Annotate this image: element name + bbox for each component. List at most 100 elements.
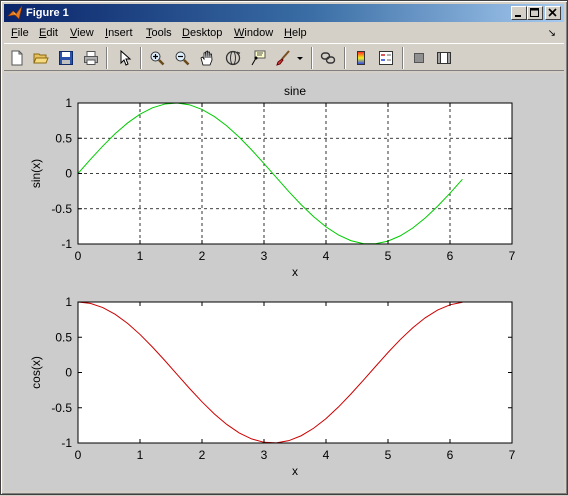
insert-colorbar-button[interactable]	[350, 47, 372, 69]
y-axis-label: sin(x)	[29, 159, 43, 188]
x-axis-label: x	[292, 265, 298, 279]
matlab-logo-icon	[7, 5, 23, 20]
title-bar[interactable]: Figure 1	[4, 4, 564, 22]
print-button[interactable]	[80, 47, 102, 69]
menu-window[interactable]: Window	[234, 27, 273, 39]
menu-window-label: indow	[244, 27, 274, 39]
x-tick-label: 5	[385, 448, 392, 462]
x-tick-label: 4	[323, 249, 330, 263]
zoom-out-button[interactable]	[171, 47, 193, 69]
close-button[interactable]	[545, 6, 561, 20]
axes-title: sine	[284, 84, 306, 98]
new-file-icon	[11, 50, 23, 66]
toolbar-separator	[311, 47, 313, 69]
rotate-3d-button[interactable]	[222, 47, 244, 69]
menu-help-label: elp	[291, 27, 307, 39]
x-tick-label: 6	[447, 448, 454, 462]
y-tick-label: 0.5	[55, 330, 72, 344]
link-plot-button[interactable]	[317, 47, 339, 69]
close-icon	[548, 8, 557, 17]
menu-view[interactable]: View	[70, 27, 94, 39]
x-tick-label: 6	[447, 249, 454, 263]
legend-icon	[379, 51, 393, 65]
menu-file[interactable]: File	[11, 27, 29, 39]
menu-edit[interactable]: Edit	[39, 27, 58, 39]
toolbar-separator	[106, 47, 108, 69]
brush-dropdown[interactable]	[294, 47, 306, 69]
x-tick-label: 2	[199, 249, 206, 263]
menu-desktop-key: D	[182, 27, 190, 39]
menu-view-label: iew	[77, 27, 94, 39]
zoom-in-icon	[150, 51, 165, 66]
y-tick-label: 1	[65, 295, 72, 309]
menu-dock-arrow[interactable]: ↘	[548, 28, 556, 39]
x-tick-label: 7	[509, 448, 516, 462]
menu-insert-label: nsert	[108, 27, 133, 39]
colorbar-icon	[357, 51, 365, 65]
rotate-3d-icon	[225, 50, 241, 66]
zoom-out-icon	[175, 51, 190, 66]
brush-icon	[276, 50, 290, 66]
window-title: Figure 1	[26, 7, 69, 19]
save-button[interactable]	[55, 47, 77, 69]
menu-help-key: H	[284, 27, 292, 39]
figure-canvas: 0 1 2 3 4 5 6 7 -1 -0.5 0 0.5 1 sine x sin(x) 0 1 2 3 4 5 6 7 -1…	[4, 73, 564, 491]
x-tick-label: 5	[385, 249, 392, 263]
x-tick-label: 4	[323, 448, 330, 462]
x-tick-label: 2	[199, 448, 206, 462]
open-file-button[interactable]	[30, 47, 52, 69]
axes-background	[78, 302, 512, 443]
save-icon	[59, 51, 73, 65]
menu-help[interactable]: Help	[284, 27, 307, 39]
pan-button[interactable]	[196, 47, 218, 69]
maximize-button[interactable]	[527, 6, 543, 20]
menu-bar: File Edit View Insert Tools Desktop Wind…	[4, 24, 564, 42]
y-tick-label: -1	[61, 237, 72, 251]
show-plot-tools-icon	[437, 52, 451, 64]
insert-legend-button[interactable]	[375, 47, 397, 69]
menu-tools[interactable]: Tools	[146, 27, 172, 39]
edit-plot-button[interactable]	[114, 47, 136, 69]
new-figure-button[interactable]	[6, 47, 28, 69]
pan-hand-icon	[200, 50, 213, 66]
minimize-button[interactable]	[511, 6, 527, 20]
brush-button[interactable]	[272, 47, 294, 69]
menu-tools-label: ools	[151, 27, 172, 39]
pointer-arrow-icon	[120, 50, 132, 66]
menu-desktop-label: esktop	[189, 27, 223, 39]
menu-insert[interactable]: Insert	[105, 27, 133, 39]
x-tick-label: 3	[261, 249, 268, 263]
axes-2	[77, 301, 513, 444]
y-tick-label: 0.5	[55, 131, 72, 145]
y-tick-label: 0	[65, 167, 72, 181]
x-tick-label: 0	[75, 249, 82, 263]
x-tick-label: 0	[75, 448, 82, 462]
dropdown-arrow-icon	[297, 57, 303, 60]
y-axis-label: cos(x)	[29, 356, 43, 389]
menu-file-label: ile	[17, 27, 29, 39]
menu-window-key: W	[234, 27, 245, 39]
data-cursor-button[interactable]	[247, 47, 269, 69]
show-plot-tools-button[interactable]	[433, 47, 455, 69]
figure-toolbar	[4, 43, 564, 71]
menu-desktop[interactable]: Desktop	[182, 27, 222, 39]
y-tick-label: 0	[65, 366, 72, 380]
figure-window: Figure 1 File Edit View Insert Tools Des…	[0, 0, 568, 495]
axes-1	[77, 102, 513, 245]
x-tick-label: 1	[137, 448, 144, 462]
x-tick-label: 7	[509, 249, 516, 263]
y-tick-label: 1	[65, 96, 72, 110]
data-cursor-icon	[251, 50, 266, 66]
toolbar-separator	[344, 47, 346, 69]
menu-edit-label: dit	[46, 27, 58, 39]
toolbar-separator	[402, 47, 404, 69]
zoom-in-button[interactable]	[146, 47, 168, 69]
hide-plot-tools-icon	[414, 53, 424, 63]
hide-plot-tools-button[interactable]	[408, 47, 430, 69]
minimize-icon	[515, 15, 521, 17]
x-axis-label: x	[292, 464, 298, 478]
y-tick-label: -0.5	[51, 202, 72, 216]
plot-area: 0 1 2 3 4 5 6 7 -1 -0.5 0 0.5 1 sine x sin(x) 0 1 2 3 4 5 6 7 -1…	[29, 84, 516, 478]
link-plot-icon	[320, 52, 336, 64]
menu-file-key: F	[11, 27, 18, 39]
